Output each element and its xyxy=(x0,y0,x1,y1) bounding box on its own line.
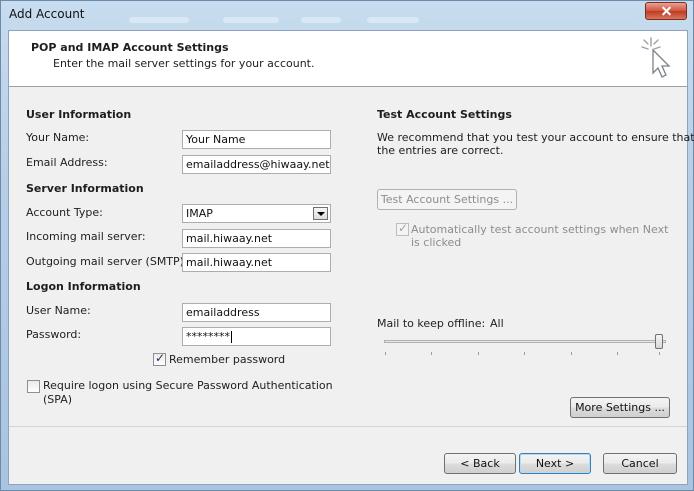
outgoing-server-input[interactable]: mail.hiwaay.net xyxy=(182,253,331,272)
title-bar[interactable]: Add Account xyxy=(1,1,693,29)
spa-label-line2[interactable]: (SPA) xyxy=(43,393,72,406)
incoming-server-input[interactable]: mail.hiwaay.net xyxy=(182,229,331,248)
email-address-label: Email Address: xyxy=(26,156,108,169)
auto-test-label-line1[interactable]: Automatically test account settings when… xyxy=(411,223,668,236)
background-blur xyxy=(129,17,189,23)
text-caret xyxy=(231,331,232,343)
slider-tick xyxy=(478,352,479,355)
password-input[interactable]: ******** xyxy=(182,327,331,346)
account-type-select[interactable]: IMAP xyxy=(182,204,331,223)
test-account-heading: Test Account Settings xyxy=(377,108,512,121)
slider-tick xyxy=(617,352,618,355)
password-value: ******** xyxy=(186,330,230,343)
user-name-input[interactable]: emailaddress xyxy=(182,303,331,322)
outgoing-server-label: Outgoing mail server (SMTP): xyxy=(26,255,188,268)
auto-test-checkbox[interactable] xyxy=(396,221,409,236)
mail-offline-slider-thumb[interactable] xyxy=(655,334,663,349)
background-blur xyxy=(367,17,419,23)
more-settings-button[interactable]: More Settings ... xyxy=(570,397,670,418)
incoming-server-label: Incoming mail server: xyxy=(26,230,146,243)
password-label: Password: xyxy=(26,328,82,341)
slider-tick xyxy=(659,352,660,355)
email-address-input[interactable]: emailaddress@hiwaay.net xyxy=(182,155,331,174)
account-type-label: Account Type: xyxy=(26,206,103,219)
test-account-settings-button[interactable]: Test Account Settings ... xyxy=(377,189,517,210)
user-name-label: User Name: xyxy=(26,304,91,317)
close-button[interactable] xyxy=(645,2,687,20)
header-subtitle: Enter the mail server settings for your … xyxy=(53,57,315,70)
remember-password-checkbox[interactable] xyxy=(153,351,166,366)
server-information-heading: Server Information xyxy=(26,182,144,195)
your-name-input[interactable]: Your Name xyxy=(182,130,331,149)
background-blur xyxy=(223,17,279,23)
auto-test-label-line2[interactable]: is clicked xyxy=(411,236,461,249)
background-blur xyxy=(301,17,341,23)
add-account-window: Add Account POP and IMAP Account Setting… xyxy=(0,0,694,491)
footer-divider xyxy=(9,426,687,427)
header-title: POP and IMAP Account Settings xyxy=(31,41,229,54)
cursor-sparkle-icon xyxy=(641,37,671,78)
spa-label-line1[interactable]: Require logon using Secure Password Auth… xyxy=(43,379,333,392)
dialog-header: POP and IMAP Account Settings Enter the … xyxy=(9,31,687,87)
account-type-value: IMAP xyxy=(186,207,213,220)
cancel-button[interactable]: Cancel xyxy=(603,453,677,474)
test-description-line2: the entries are correct. xyxy=(377,144,504,157)
slider-tick xyxy=(571,352,572,355)
mail-offline-label: Mail to keep offline: xyxy=(377,317,486,330)
mail-offline-value: All xyxy=(490,317,504,330)
back-button[interactable]: < Back xyxy=(444,453,516,474)
chevron-down-icon[interactable] xyxy=(313,207,328,220)
slider-tick xyxy=(431,352,432,355)
logon-information-heading: Logon Information xyxy=(26,280,141,293)
mail-offline-slider-track[interactable] xyxy=(384,340,666,343)
spa-checkbox[interactable] xyxy=(27,380,40,393)
next-button[interactable]: Next > xyxy=(519,453,591,474)
remember-password-label[interactable]: Remember password xyxy=(169,353,285,366)
slider-tick xyxy=(524,352,525,355)
user-information-heading: User Information xyxy=(26,108,132,121)
slider-tick xyxy=(385,352,386,355)
test-description-line1: We recommend that you test your account … xyxy=(377,131,694,144)
your-name-label: Your Name: xyxy=(26,131,90,144)
window-title: Add Account xyxy=(9,7,85,21)
dialog-body: POP and IMAP Account Settings Enter the … xyxy=(8,30,694,485)
